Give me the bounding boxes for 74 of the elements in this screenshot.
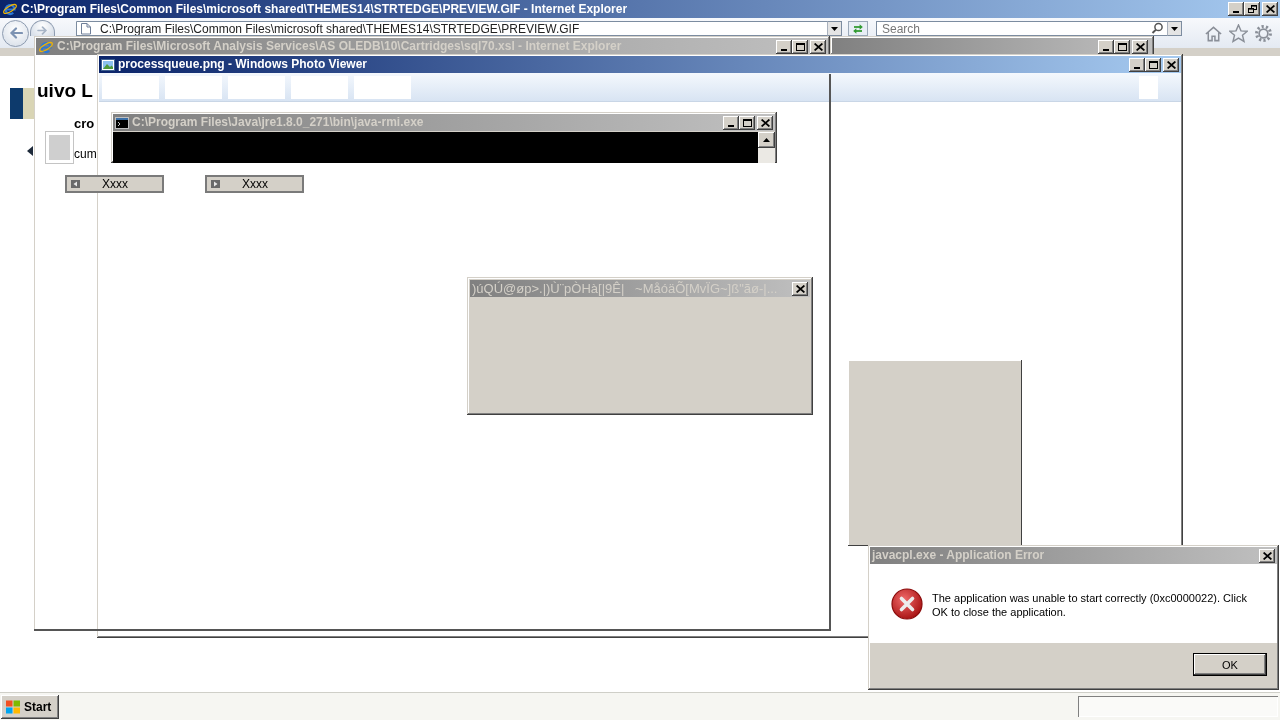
minimize-button[interactable] bbox=[776, 39, 792, 54]
back-button[interactable] bbox=[2, 19, 29, 47]
start-button[interactable]: Start bbox=[1, 694, 59, 719]
caret-icon bbox=[1171, 26, 1178, 31]
window-title: javacpl.exe - Application Error bbox=[872, 548, 1045, 563]
close-button[interactable] bbox=[810, 39, 826, 54]
page-icon bbox=[76, 21, 96, 36]
maximize-icon bbox=[742, 118, 752, 127]
minimize-button[interactable] bbox=[1129, 57, 1145, 72]
page-text: cum bbox=[74, 147, 97, 161]
arrow-right-icon bbox=[37, 26, 48, 35]
flag-icon bbox=[5, 699, 21, 714]
maximize-icon bbox=[1117, 42, 1127, 51]
error-icon bbox=[891, 588, 923, 620]
maximize-icon bbox=[1148, 60, 1158, 69]
maximize-icon bbox=[795, 42, 805, 51]
forward-button[interactable] bbox=[30, 20, 55, 36]
maximize-button[interactable] bbox=[1145, 57, 1161, 72]
console-icon bbox=[115, 115, 129, 130]
nav-button[interactable]: Xxxx bbox=[205, 175, 304, 193]
minimize-button[interactable] bbox=[1228, 2, 1244, 16]
dropdown-button[interactable] bbox=[827, 21, 842, 36]
refresh-button[interactable] bbox=[848, 21, 868, 36]
arrow-right-icon bbox=[211, 180, 220, 188]
page-heading: uivo L bbox=[37, 80, 93, 102]
minimize-icon bbox=[1133, 66, 1140, 69]
search-field[interactable]: Search bbox=[876, 21, 1147, 36]
close-icon bbox=[1135, 42, 1145, 51]
error-message: The application was unable to start correctly (0xc0000022). Click OK to close the application. bbox=[932, 591, 1248, 619]
banner-drawing bbox=[10, 88, 34, 119]
nav-button[interactable]: Xxxx bbox=[65, 175, 164, 193]
arrow-left-icon bbox=[71, 180, 80, 188]
restore-button[interactable] bbox=[1244, 2, 1260, 16]
window-title: C:\Program Files\Java\jre1.8.0_271\bin\java-rmi.exe bbox=[132, 115, 424, 130]
page-text: cro bbox=[74, 116, 95, 131]
close-icon bbox=[1166, 60, 1176, 69]
window-title: C:\Program Files\Common Files\microsoft shared\THEMES14\STRTEDGE\PREVIEW.GIF - Internet Explorer bbox=[21, 1, 628, 17]
arrow-left-icon bbox=[8, 27, 23, 39]
close-icon bbox=[813, 42, 823, 51]
window-title: processqueue.png - Windows Photo Viewer bbox=[118, 57, 368, 72]
close-button[interactable] bbox=[1132, 39, 1148, 54]
caret-icon bbox=[831, 26, 838, 31]
maximize-button[interactable] bbox=[792, 39, 808, 54]
settings-icon[interactable] bbox=[1254, 23, 1273, 43]
scrollbar[interactable] bbox=[758, 132, 775, 163]
triangle-icon bbox=[27, 146, 33, 156]
close-icon bbox=[760, 118, 770, 127]
search-icon[interactable] bbox=[1147, 21, 1167, 36]
caret-up-icon bbox=[763, 138, 770, 142]
home-icon[interactable] bbox=[1204, 23, 1223, 43]
maximize-button[interactable] bbox=[1114, 39, 1130, 54]
close-button[interactable] bbox=[1259, 548, 1275, 563]
arrows-icon bbox=[852, 22, 864, 35]
dropdown-button[interactable] bbox=[1167, 21, 1182, 36]
ok-button[interactable]: OK bbox=[1193, 653, 1267, 676]
close-icon bbox=[795, 284, 805, 293]
browser-logo-icon bbox=[2, 1, 18, 17]
star-icon[interactable] bbox=[1229, 23, 1248, 43]
address-field[interactable]: C:\Program Files\Common Files\microsoft shared\THEMES14\STRTEDGE\PREVIEW.GIF bbox=[96, 21, 827, 36]
close-button[interactable] bbox=[792, 281, 808, 296]
close-button[interactable] bbox=[1262, 2, 1278, 16]
minimize-button[interactable] bbox=[723, 115, 739, 130]
minimize-button[interactable] bbox=[1098, 39, 1114, 54]
close-button[interactable] bbox=[757, 115, 773, 130]
scroll-up-button[interactable] bbox=[758, 132, 775, 148]
close-icon bbox=[1265, 5, 1275, 13]
maximize-button[interactable] bbox=[739, 115, 755, 130]
image-placeholder bbox=[45, 131, 74, 164]
close-icon bbox=[1262, 551, 1272, 560]
close-button[interactable] bbox=[1163, 57, 1179, 72]
picture-icon bbox=[101, 57, 115, 72]
minimize-icon bbox=[727, 124, 734, 127]
restore-icon bbox=[1247, 5, 1257, 13]
minimize-icon bbox=[1232, 11, 1239, 13]
